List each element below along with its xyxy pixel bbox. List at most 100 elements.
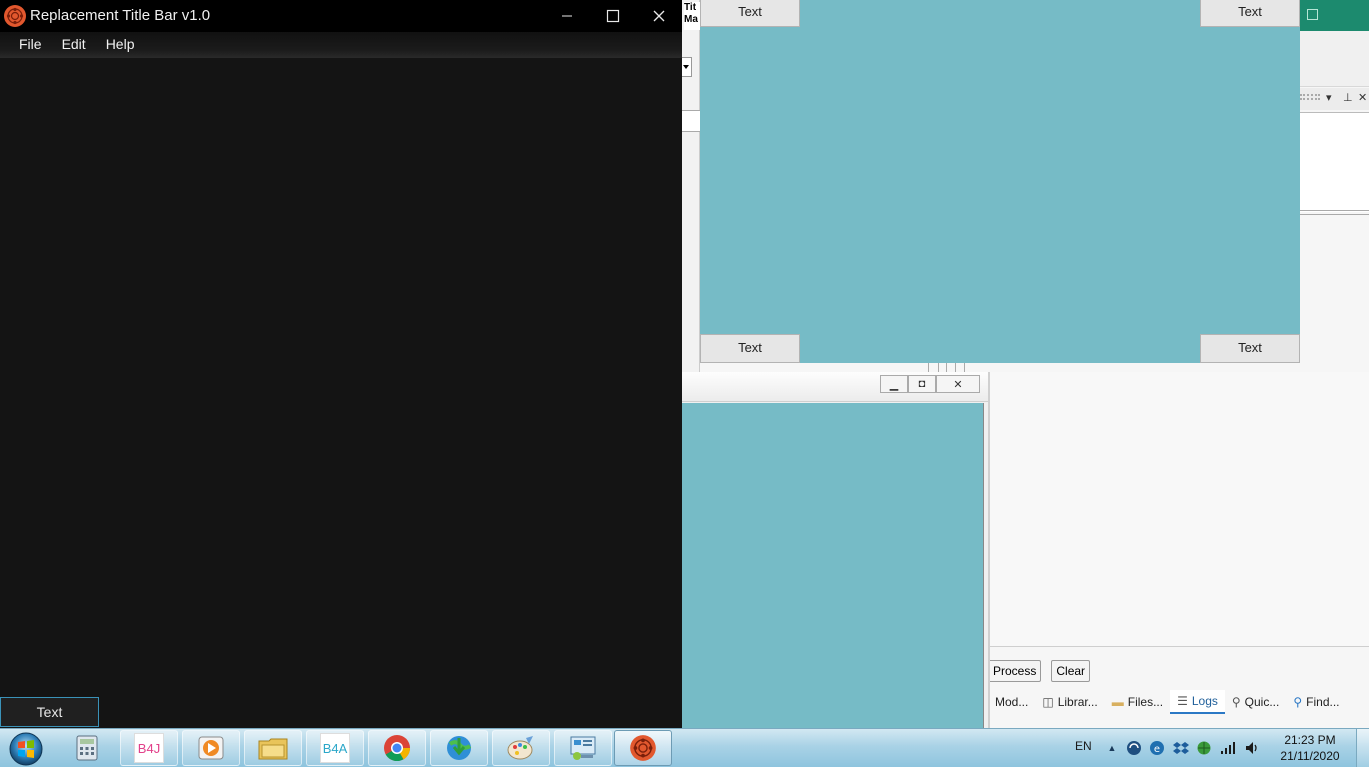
ide-toolstrip <box>1300 31 1369 87</box>
close-icon <box>653 10 665 22</box>
chevron-down-icon[interactable]: ▾ <box>1326 91 1332 104</box>
tab-files[interactable]: ▬ Files... <box>1105 690 1170 714</box>
taskbar-paint[interactable] <box>492 730 550 766</box>
start-button-icon[interactable] <box>4 730 48 767</box>
chrome-icon <box>382 733 412 763</box>
close-button[interactable] <box>636 0 682 32</box>
svg-text:e: e <box>1154 744 1160 755</box>
sub-window-content <box>682 403 984 728</box>
media-player-icon <box>196 733 226 763</box>
signal-strength-icon[interactable] <box>1220 740 1236 756</box>
sync-icon[interactable] <box>1126 740 1142 756</box>
minimize-icon <box>562 15 572 17</box>
taskbar-chrome[interactable] <box>368 730 426 766</box>
close-icon[interactable]: ✕ <box>1358 91 1367 104</box>
app-logo-icon <box>628 733 658 763</box>
clock-date: 21/11/2020 <box>1280 749 1340 763</box>
ide-splitter[interactable] <box>1300 210 1369 215</box>
ide-panel-tabs: Mod... ◫ Librar... ▬ Files... ☰ Logs ⚲ Q… <box>988 690 1369 714</box>
bottom-left-text-button[interactable]: Text <box>700 334 800 363</box>
taskbar-b4a[interactable]: B4A <box>306 730 364 766</box>
tab-logs-label: Logs <box>1191 694 1218 708</box>
menu-help[interactable]: Help <box>98 32 147 58</box>
maximize-icon[interactable] <box>1307 9 1318 20</box>
ide-left-strip <box>682 0 700 372</box>
clock-time: 21:23 PM <box>1284 733 1336 747</box>
minimize-icon[interactable]: ▁ <box>880 375 908 393</box>
network-globe-icon[interactable] <box>1196 740 1212 756</box>
ide-log-separator <box>990 646 1369 647</box>
clear-button[interactable]: Clear <box>1051 660 1091 682</box>
control-panel-icon <box>568 733 598 763</box>
show-hidden-icons-icon[interactable]: ▲ <box>1104 740 1120 756</box>
logs-icon: ☰ <box>1177 694 1188 708</box>
ide-log-area <box>990 372 1369 646</box>
maximize-button[interactable] <box>590 0 636 32</box>
top-right-text-button[interactable]: Text <box>1200 0 1300 27</box>
search-icon: ⚲ <box>1231 695 1241 709</box>
folder-icon: ▬ <box>1111 695 1124 709</box>
taskbar-replacement-title-bar[interactable] <box>614 730 672 766</box>
menu-edit[interactable]: Edit <box>54 32 98 58</box>
volume-icon[interactable] <box>1244 740 1260 756</box>
grip-icon[interactable] <box>1300 94 1320 100</box>
pin-icon[interactable]: ⊥ <box>1343 91 1353 104</box>
sub-window-title-bar[interactable]: ▁ ◘ ✕ <box>682 372 988 402</box>
tab-modules[interactable]: Mod... <box>988 690 1035 714</box>
ide-title-bar-fragment <box>1300 0 1369 31</box>
designer-sub-window: ▁ ◘ ✕ <box>682 372 990 728</box>
dropbox-icon[interactable] <box>1173 740 1189 756</box>
tab-quick-search-label: Quic... <box>1244 695 1280 709</box>
menu-bar: File Edit Help <box>0 32 682 58</box>
browser-tray-icon[interactable]: e <box>1149 740 1165 756</box>
b4a-icon: B4A <box>320 733 350 763</box>
tab-libraries[interactable]: ◫ Librar... <box>1035 690 1104 714</box>
minimize-button[interactable] <box>544 0 590 32</box>
language-indicator[interactable]: EN <box>1075 739 1092 753</box>
taskbar-media-player[interactable] <box>182 730 240 766</box>
tab-find-label: Find... <box>1306 695 1340 709</box>
title-bar[interactable]: Replacement Title Bar v1.0 <box>0 0 682 32</box>
designer-form: Text Text Text Text <box>700 0 1300 363</box>
folder-icon <box>258 733 288 763</box>
top-left-text-button[interactable]: Text <box>700 0 800 27</box>
taskbar-control-panel[interactable] <box>554 730 612 766</box>
system-tray: EN ▲ e 21:23 PM 21/11/2020 <box>1070 729 1369 767</box>
show-desktop-button[interactable] <box>1356 729 1369 767</box>
book-icon: ◫ <box>1042 695 1054 709</box>
tab-logs[interactable]: ☰ Logs <box>1170 690 1225 714</box>
ide-title-fragment: Tit Ma <box>684 2 700 30</box>
tab-quick-search[interactable]: ⚲ Quic... <box>1225 690 1286 714</box>
process-button[interactable]: Process <box>988 660 1042 682</box>
calculator-icon <box>72 733 102 763</box>
find-icon: ⚲ <box>1293 695 1303 709</box>
taskbar-file-explorer[interactable] <box>244 730 302 766</box>
tab-files-label: Files... <box>1127 695 1164 709</box>
b4j-icon: B4J <box>134 733 164 763</box>
taskbar-b4j[interactable]: B4J <box>120 730 178 766</box>
taskbar: B4J B4A EN ▲ e 21:23 PM 21/11/2020 <box>0 728 1369 767</box>
tab-modules-label: Mod... <box>995 695 1029 709</box>
window-title: Replacement Title Bar v1.0 <box>30 7 211 24</box>
menu-file[interactable]: File <box>0 32 54 58</box>
taskbar-calculator[interactable] <box>58 730 116 766</box>
maximize-icon <box>606 9 620 23</box>
main-window: Replacement Title Bar v1.0 File Edit Hel… <box>0 0 682 728</box>
ide-combo-dropdown-fragment[interactable] <box>682 57 692 77</box>
close-icon[interactable]: ✕ <box>936 375 980 393</box>
ide-log-buttons: Process Clear <box>988 660 1091 684</box>
sub-window-caption-buttons: ▁ ◘ ✕ <box>880 375 980 393</box>
tab-find[interactable]: ⚲ Find... <box>1286 690 1346 714</box>
ide-properties-panel <box>1300 112 1369 212</box>
clock[interactable]: 21:23 PM 21/11/2020 <box>1270 732 1350 764</box>
globe-download-icon <box>444 733 474 763</box>
taskbar-download-manager[interactable] <box>430 730 488 766</box>
restore-icon[interactable]: ◘ <box>908 375 936 393</box>
ide-field-fragment <box>682 110 700 132</box>
ide-panel-header: ▾ ⊥ ✕ <box>1300 88 1369 110</box>
paint-palette-icon <box>506 733 536 763</box>
tab-libraries-label: Librar... <box>1057 695 1098 709</box>
bottom-right-text-button[interactable]: Text <box>1200 334 1300 363</box>
app-logo-icon <box>4 5 26 27</box>
text-button[interactable]: Text <box>0 697 99 727</box>
